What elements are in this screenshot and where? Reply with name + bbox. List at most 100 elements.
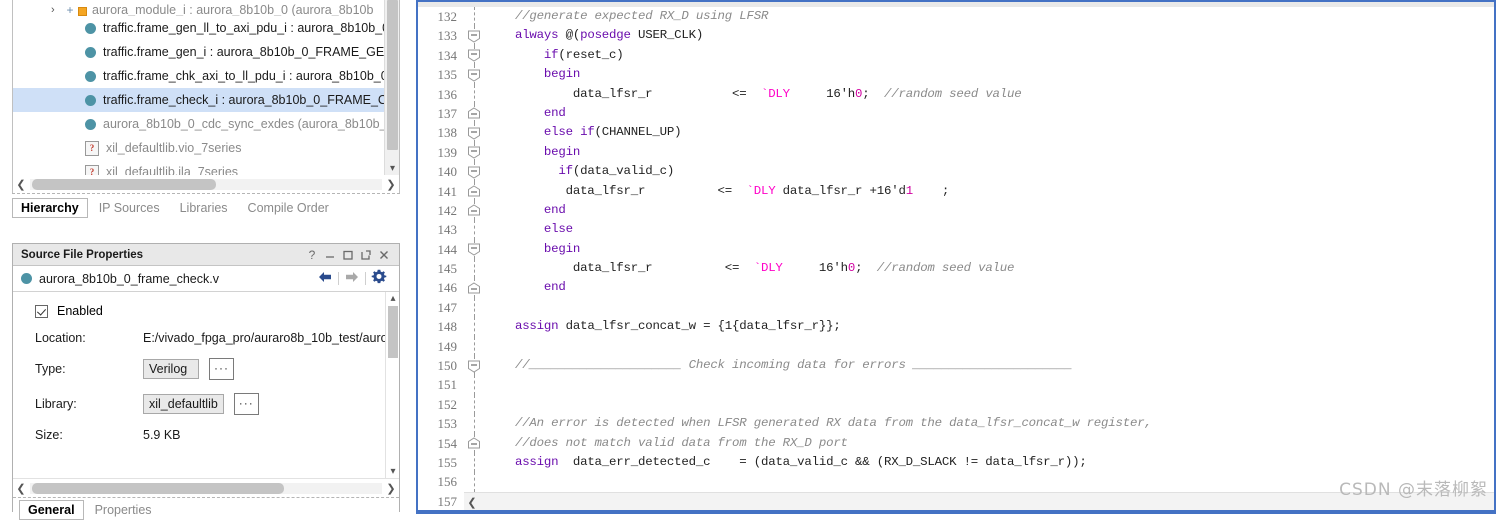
forward-arrow-icon[interactable] <box>339 270 365 287</box>
fold-marker[interactable] <box>464 239 486 260</box>
fold-toggle-icon[interactable] <box>467 49 481 62</box>
browse-ellipsis-button[interactable]: ··· <box>233 393 259 415</box>
code-line[interactable] <box>486 395 1494 414</box>
hierarchy-hscroll-thumb[interactable] <box>32 178 216 190</box>
fold-marker[interactable] <box>464 181 486 201</box>
hierarchy-tree-list[interactable]: › + aurora_module_i : aurora_8b10b_0 (auro… <box>13 0 385 178</box>
fold-marker[interactable] <box>464 433 486 453</box>
code-line[interactable]: data_lfsr_r <= `DLY 16'h0; //random seed… <box>486 259 1494 278</box>
code-line[interactable]: begin <box>486 143 1494 162</box>
code-line[interactable]: begin <box>486 65 1494 84</box>
maximize-icon[interactable] <box>339 246 357 264</box>
tree-item[interactable]: traffic.frame_gen_i : aurora_8b10b_0_FRA… <box>13 40 385 64</box>
code-line[interactable] <box>486 337 1494 356</box>
gear-icon[interactable] <box>366 269 392 288</box>
code-line[interactable]: end <box>486 201 1494 220</box>
fold-marker[interactable] <box>464 162 486 182</box>
fold-toggle-icon[interactable] <box>467 204 481 217</box>
properties-scroll-down-icon[interactable]: ▾ <box>386 465 399 478</box>
properties-scroll-up-icon[interactable]: ▴ <box>386 292 399 305</box>
fold-marker[interactable] <box>464 142 486 163</box>
hierarchy-scroll-right-icon[interactable]: ❯ <box>383 178 399 191</box>
code-line[interactable]: //generate expected RX_D using LFSR <box>486 7 1494 26</box>
tab-compile-order[interactable]: Compile Order <box>239 198 338 218</box>
tree-item[interactable]: aurora_8b10b_0_cdc_sync_exdes (aurora_8b… <box>13 112 385 136</box>
source-code-text[interactable]: //generate expected RX_D using LFSR alwa… <box>486 7 1494 512</box>
property-value-input[interactable]: Verilog <box>143 359 199 379</box>
fold-toggle-icon[interactable] <box>467 166 481 179</box>
close-icon[interactable] <box>375 246 393 264</box>
browse-ellipsis-button[interactable]: ··· <box>209 358 234 380</box>
tab-properties[interactable]: Properties <box>86 500 161 520</box>
code-line[interactable]: data_lfsr_r <= `DLY 16'h0; //random seed… <box>486 85 1494 104</box>
properties-horizontal-scrollbar[interactable]: ❮ ❯ <box>13 478 399 497</box>
tree-item[interactable]: traffic.frame_gen_ll_to_axi_pdu_i : auro… <box>13 16 385 40</box>
fold-marker[interactable] <box>464 200 486 221</box>
properties-scroll-left-icon[interactable]: ❮ <box>13 482 29 495</box>
enabled-checkbox[interactable] <box>35 304 48 318</box>
code-line[interactable]: //does not match valid data from the RX_… <box>486 434 1494 453</box>
fold-toggle-icon[interactable] <box>467 107 481 120</box>
code-line[interactable]: //An error is detected when LFSR generat… <box>486 414 1494 433</box>
float-icon[interactable] <box>357 246 375 264</box>
property-value-input[interactable]: xil_defaultlib <box>143 394 224 414</box>
fold-marker[interactable] <box>464 103 486 124</box>
tab-ip-sources[interactable]: IP Sources <box>90 198 169 218</box>
back-arrow-icon[interactable] <box>312 270 338 287</box>
properties-scroll-right-icon[interactable]: ❯ <box>383 482 399 495</box>
code-line[interactable]: data_lfsr_r <= `DLY data_lfsr_r +16'd1 ; <box>486 182 1494 201</box>
fold-toggle-icon[interactable] <box>467 437 481 450</box>
tab-hierarchy[interactable]: Hierarchy <box>12 198 88 218</box>
fold-toggle-icon[interactable] <box>467 282 481 295</box>
fold-toggle-icon[interactable] <box>467 127 481 140</box>
fold-marker[interactable] <box>464 65 486 85</box>
fold-toggle-icon[interactable] <box>467 360 481 373</box>
hierarchy-scroll-left-icon[interactable]: ❮ <box>13 178 29 191</box>
properties-hscroll-track[interactable] <box>30 482 382 494</box>
tree-item[interactable]: › + aurora_module_i : aurora_8b10b_0 (auro… <box>13 0 385 16</box>
code-line[interactable]: begin <box>486 240 1494 259</box>
code-line[interactable]: if(reset_c) <box>486 46 1494 65</box>
code-token: data_lfsr_r <= <box>486 183 747 198</box>
code-line[interactable] <box>486 298 1494 317</box>
fold-toggle-icon[interactable] <box>467 69 481 82</box>
tab-general[interactable]: General <box>19 500 84 520</box>
hierarchy-hscroll-track[interactable] <box>30 178 382 190</box>
hierarchy-horizontal-scrollbar[interactable]: ❮ ❯ <box>12 175 400 193</box>
code-line[interactable]: end <box>486 104 1494 123</box>
properties-vscroll-thumb[interactable] <box>388 306 398 358</box>
fold-marker[interactable] <box>464 26 486 46</box>
code-line[interactable]: //_____________________ Check incoming d… <box>486 356 1494 375</box>
code-fold-gutter[interactable] <box>464 7 486 512</box>
tab-libraries[interactable]: Libraries <box>171 198 237 218</box>
hierarchy-vscroll-thumb[interactable] <box>387 0 398 150</box>
properties-vertical-scrollbar[interactable]: ▴ ▾ <box>385 292 399 478</box>
minimize-icon[interactable] <box>321 246 339 264</box>
code-line[interactable]: assign data_lfsr_concat_w = {1{data_lfsr… <box>486 317 1494 336</box>
code-line[interactable]: else <box>486 220 1494 239</box>
code-line[interactable]: always @(posedge USER_CLK) <box>486 26 1494 45</box>
code-line[interactable]: else if(CHANNEL_UP) <box>486 123 1494 142</box>
tree-item[interactable]: ? xil_defaultlib.vio_7series <box>13 136 385 160</box>
fold-marker[interactable] <box>464 278 486 298</box>
code-line[interactable]: end <box>486 278 1494 297</box>
help-icon[interactable]: ? <box>303 246 321 264</box>
hierarchy-scroll-down-icon[interactable]: ▾ <box>385 162 399 176</box>
properties-hscroll-thumb[interactable] <box>32 482 284 494</box>
expand-arrow-icon[interactable]: › <box>51 4 61 16</box>
fold-toggle-icon[interactable] <box>467 146 481 159</box>
fold-toggle-icon[interactable] <box>467 243 481 256</box>
hierarchy-vertical-scrollbar[interactable]: ▾ <box>384 0 399 178</box>
tree-item[interactable]: traffic.frame_chk_axi_to_ll_pdu_i : auro… <box>13 64 385 88</box>
tree-item[interactable]: traffic.frame_check_i : aurora_8b10b_0_F… <box>13 88 385 112</box>
fold-marker[interactable] <box>464 123 486 143</box>
code-line[interactable]: assign data_err_detected_c = (data_valid… <box>486 453 1494 472</box>
code-line[interactable]: if(data_valid_c) <box>486 162 1494 181</box>
editor-scroll-left-icon[interactable]: ❮ <box>464 496 480 509</box>
fold-toggle-icon[interactable] <box>467 30 481 43</box>
fold-marker[interactable] <box>464 356 486 376</box>
fold-toggle-icon[interactable] <box>467 185 481 198</box>
code-line[interactable] <box>486 375 1494 394</box>
enabled-checkbox-row[interactable]: Enabled <box>35 304 399 318</box>
fold-marker[interactable] <box>464 45 486 66</box>
